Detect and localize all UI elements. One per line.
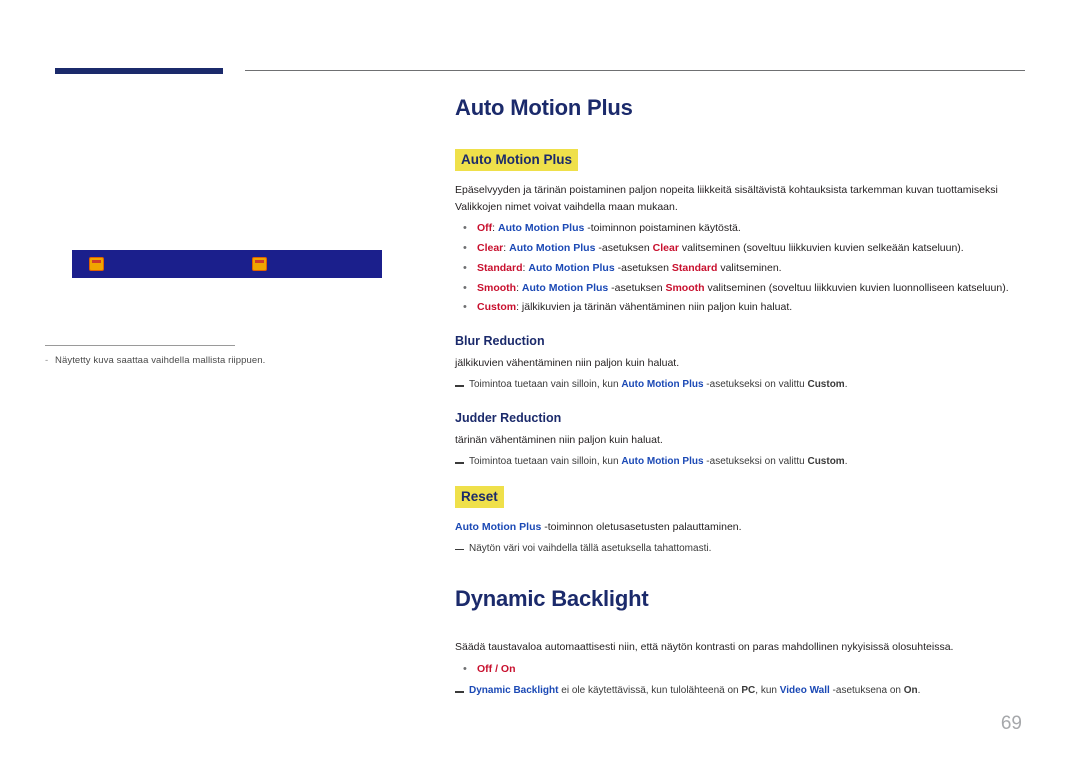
reset-body: Auto Motion Plus -toiminnon oletusasetus… [455, 520, 742, 533]
dynamic-backlight-intro: Säädä taustavaloa automaattisesti niin, … [455, 641, 954, 654]
dynamic-backlight-note: Dynamic Backlight ei ole käytettävissä, … [455, 684, 1035, 699]
footnote-divider [45, 345, 235, 346]
page-title-auto-motion-plus: Auto Motion Plus [455, 95, 633, 120]
subhead-judder-reduction: Judder Reduction [455, 410, 562, 425]
subhead-blur-reduction: Blur Reduction [455, 334, 545, 349]
dynamic-backlight-option-list: Off / On [455, 661, 1035, 678]
auto-motion-plus-option-list: Off: Auto Motion Plus -toiminnon poistam… [455, 220, 1035, 316]
blur-reduction-body: jälkikuvien vähentäminen niin paljon kui… [455, 357, 680, 370]
header-divider-line [245, 70, 1025, 71]
page-number: 69 [1000, 713, 1022, 734]
list-item: Off: Auto Motion Plus -toiminnon poistam… [455, 220, 1035, 237]
judder-reduction-body: tärinän vähentäminen niin paljon kuin ha… [455, 433, 663, 446]
auto-motion-plus-intro-line-1: Epäselvyyden ja tärinän poistaminen palj… [455, 184, 998, 196]
menu-preview-bar [72, 250, 382, 278]
page-title-dynamic-backlight: Dynamic Backlight [455, 586, 649, 612]
picture-icon [252, 257, 267, 271]
auto-motion-plus-intro-line-2: Valikkojen nimet voivat vaihdella maan m… [455, 201, 678, 214]
list-item: Standard: Auto Motion Plus -asetuksen St… [455, 260, 1035, 277]
header-accent-bar [55, 68, 223, 74]
footnote-bullet-icon: ‐ [45, 355, 49, 366]
highlight-reset: Reset [455, 485, 504, 508]
reset-note: Näytön väri voi vaihdella tällä asetukse… [455, 542, 1035, 557]
left-illustration-column: ‐ Näytetty kuva saattaa vaihdella mallist… [45, 250, 385, 366]
footnote-text: ‐ Näytetty kuva saattaa vaihdella mallist… [45, 355, 266, 366]
highlight-auto-motion-plus: Auto Motion Plus [455, 149, 578, 171]
list-item: Custom: jälkikuvien ja tärinän vähentämi… [455, 299, 1035, 316]
judder-reduction-note: Toimintoa tuetaan vain silloin, kun Auto… [455, 455, 1035, 470]
picture-icon [89, 257, 104, 271]
blur-reduction-note: Toimintoa tuetaan vain silloin, kun Auto… [455, 378, 1035, 393]
content-column: Auto Motion Plus Auto Motion Plus Epäsel… [455, 95, 1035, 699]
list-item: Smooth: Auto Motion Plus -asetuksen Smoo… [455, 280, 1035, 297]
list-item: Off / On [455, 661, 1035, 678]
list-item: Clear: Auto Motion Plus -asetuksen Clear… [455, 240, 1035, 257]
